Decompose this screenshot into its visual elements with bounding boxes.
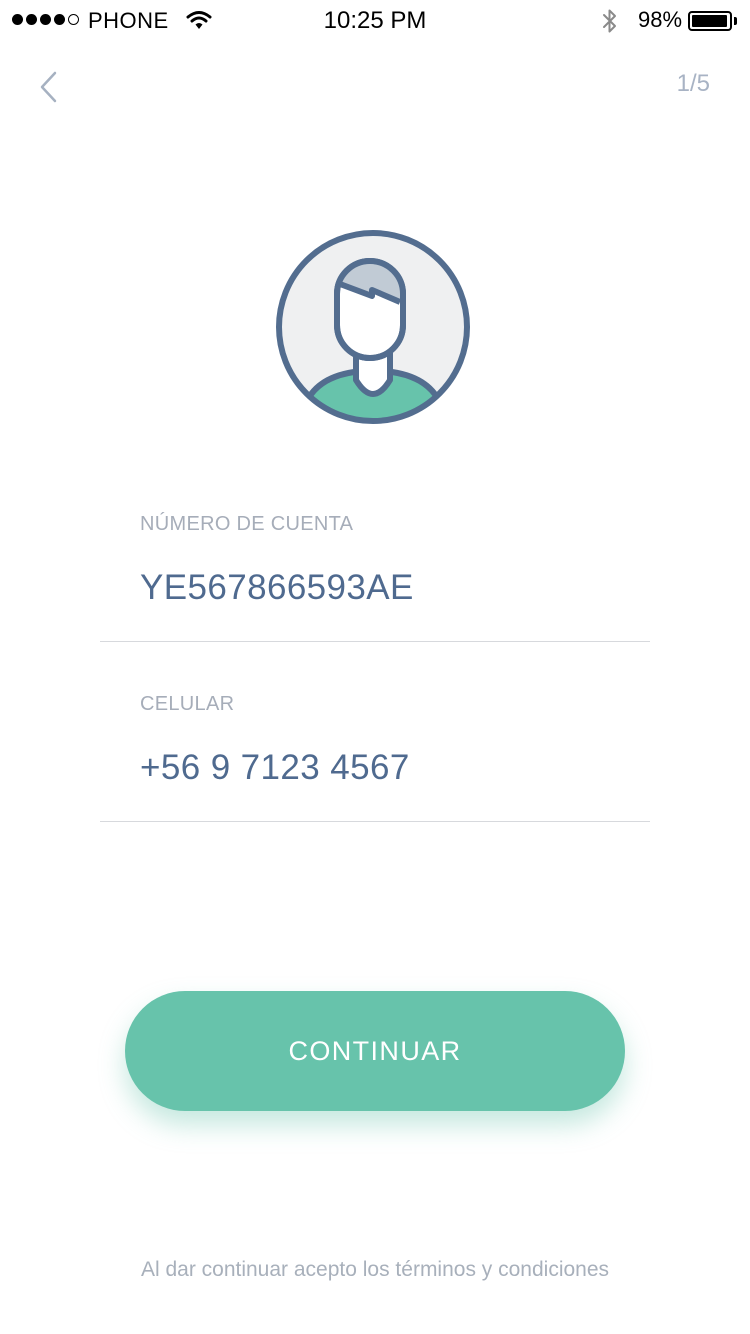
account-number-label: NÚMERO DE CUENTA <box>140 513 354 535</box>
account-number-field[interactable]: NÚMERO DE CUENTA YE567866593AE <box>100 500 650 642</box>
step-indicator: 1/5 <box>676 70 710 97</box>
bluetooth-icon <box>600 7 620 40</box>
chevron-left-icon <box>34 71 64 110</box>
continue-button[interactable]: CONTINUAR <box>125 991 625 1111</box>
phone-field[interactable]: CELULAR +56 9 7123 4567 <box>100 680 650 822</box>
phone-label: CELULAR <box>140 693 235 715</box>
battery-icon <box>688 11 732 31</box>
back-button[interactable] <box>34 68 64 106</box>
status-bar: PHONE 10:25 PM 98% <box>0 0 750 40</box>
account-number-value[interactable]: YE567866593AE <box>140 568 414 608</box>
phone-value[interactable]: +56 9 7123 4567 <box>140 748 410 788</box>
continue-button-label: CONTINUAR <box>288 1035 462 1066</box>
battery-percent: 98% <box>638 7 683 32</box>
user-avatar-icon <box>274 228 472 426</box>
terms-text[interactable]: Al dar continuar acepto los términos y c… <box>0 1258 750 1282</box>
